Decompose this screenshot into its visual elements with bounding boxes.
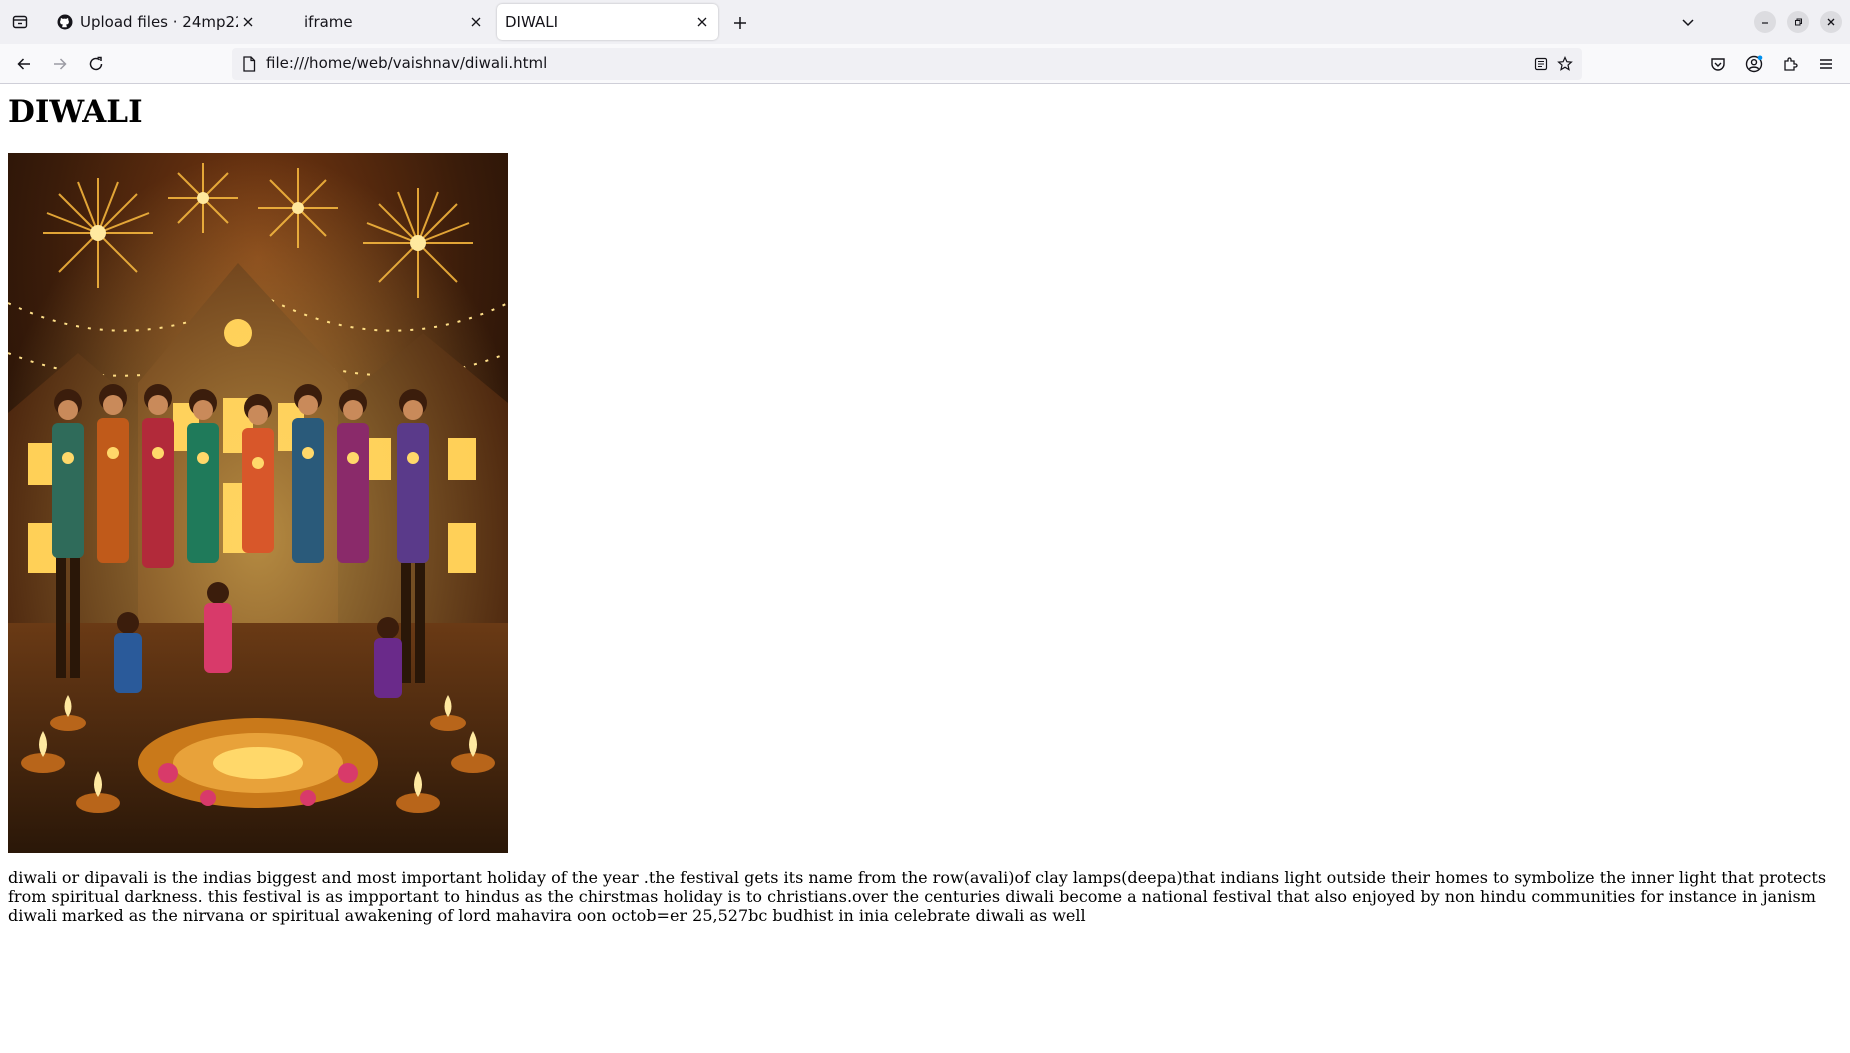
arrow-right-icon [54, 58, 67, 70]
address-bar[interactable]: file:///home/web/vaishnav/diwali.html [232, 48, 1582, 80]
account-button[interactable] [1742, 52, 1766, 76]
tab-diwali[interactable]: DIWALI [497, 4, 718, 40]
minimize-icon [1762, 22, 1768, 24]
tab-iframe[interactable]: iframe [270, 4, 492, 40]
star-icon [1557, 56, 1573, 71]
pocket-button[interactable] [1706, 52, 1730, 76]
close-icon [697, 17, 707, 27]
close-icon [471, 17, 481, 27]
puzzle-icon [1784, 57, 1798, 71]
tab-label: iframe [304, 13, 353, 31]
hamburger-menu-icon [1820, 59, 1832, 69]
diwali-image [8, 153, 508, 853]
page-content: DIWALI diwali or dipavali is the indias … [0, 85, 1850, 1053]
pocket-icon [1711, 58, 1725, 71]
url-text[interactable]: file:///home/web/vaishnav/diwali.html [266, 54, 547, 72]
close-tab-button[interactable] [692, 12, 712, 32]
chevron-down-icon [1682, 19, 1694, 27]
page-title: DIWALI [8, 94, 143, 130]
minimize-button[interactable] [1754, 11, 1776, 33]
close-icon [1827, 18, 1835, 26]
diwali-paragraph: diwali or dipavali is the indias biggest… [8, 868, 1827, 925]
bookmark-button[interactable] [1554, 53, 1576, 75]
reader-view-icon [1534, 57, 1548, 71]
page-icon [240, 55, 258, 73]
list-all-tabs-button[interactable] [1676, 10, 1700, 34]
github-icon [56, 13, 74, 31]
firefox-view-icon [12, 15, 28, 29]
restore-button[interactable] [1787, 11, 1809, 33]
forward-button[interactable] [48, 52, 72, 76]
restore-icon [1795, 18, 1802, 26]
tab-label: DIWALI [505, 13, 559, 31]
reload-icon [89, 56, 103, 71]
back-button[interactable] [12, 52, 36, 76]
tab-upload-files[interactable]: Upload files · 24mp2285/ [46, 4, 264, 40]
menu-button[interactable] [1814, 52, 1838, 76]
page-icon [280, 13, 298, 31]
reader-view-button[interactable] [1530, 53, 1552, 75]
close-tab-button[interactable] [238, 12, 258, 32]
close-tab-button[interactable] [466, 12, 486, 32]
firefox-view-button[interactable] [8, 10, 32, 34]
arrow-left-icon [17, 58, 30, 70]
navigation-toolbar: file:///home/web/vaishnav/diwali.html [0, 44, 1850, 84]
tab-strip: Upload files · 24mp2285/ iframe DIWALI [0, 0, 1850, 44]
reload-button[interactable] [84, 52, 108, 76]
close-window-button[interactable] [1820, 11, 1842, 33]
tab-label: Upload files · 24mp2285/ [80, 13, 238, 31]
new-tab-button[interactable] [727, 10, 753, 36]
plus-icon [734, 17, 746, 29]
account-icon [1745, 55, 1763, 73]
extensions-button[interactable] [1778, 52, 1802, 76]
close-icon [243, 17, 253, 27]
